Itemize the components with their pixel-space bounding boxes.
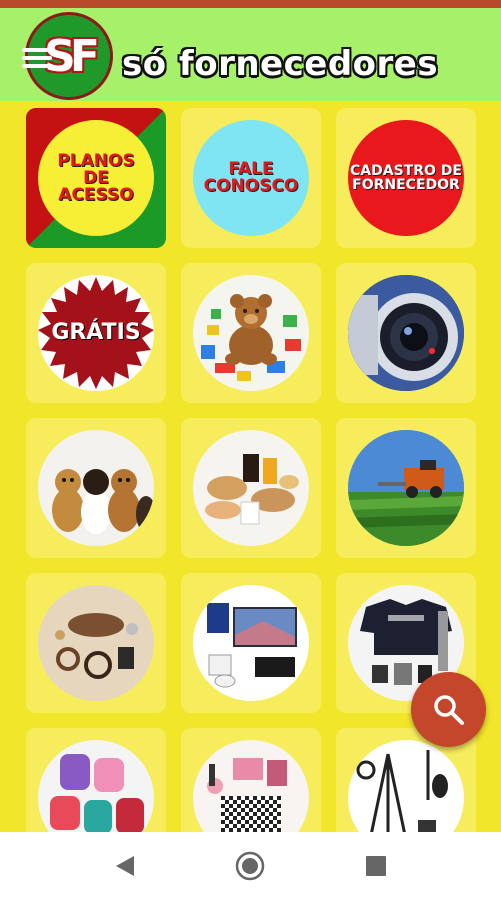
tile-fale-conosco[interactable]: FALE CONOSCO bbox=[181, 108, 321, 248]
tile-planos-de-acesso[interactable]: PLANOS DE ACESSO bbox=[26, 108, 166, 248]
tile-security-camera[interactable] bbox=[336, 263, 476, 403]
tile-electronics[interactable] bbox=[181, 573, 321, 713]
electronics-image bbox=[193, 585, 309, 701]
search-icon bbox=[433, 694, 464, 725]
hamburger-menu-icon[interactable] bbox=[22, 44, 56, 72]
tile-backpacks[interactable] bbox=[26, 728, 166, 832]
fale-conosco-label: FALE CONOSCO bbox=[203, 159, 299, 196]
status-strip bbox=[0, 0, 501, 8]
backpacks-image bbox=[38, 740, 154, 832]
cadastro-circle: CADASTRO DE FORNECEDOR bbox=[348, 120, 464, 236]
search-fab[interactable] bbox=[411, 672, 486, 747]
photo-equipment-image bbox=[348, 740, 464, 832]
security-camera-image bbox=[348, 275, 464, 391]
gratis-circle: GRÁTIS bbox=[38, 275, 154, 391]
app-header: SF só fornecedores bbox=[0, 8, 501, 101]
system-navigation-bar bbox=[0, 832, 501, 900]
tile-pets[interactable] bbox=[26, 418, 166, 558]
tile-toys[interactable] bbox=[181, 263, 321, 403]
tile-cosmetics[interactable] bbox=[181, 728, 321, 832]
back-triangle-icon[interactable] bbox=[110, 850, 142, 882]
food-image bbox=[193, 430, 309, 546]
planos-de-acesso-label: PLANOS DE ACESSO bbox=[57, 150, 135, 205]
agriculture-image bbox=[348, 430, 464, 546]
toys-image bbox=[193, 275, 309, 391]
app-title: só fornecedores bbox=[122, 44, 439, 84]
gratis-label: GRÁTIS bbox=[51, 320, 141, 345]
tile-food[interactable] bbox=[181, 418, 321, 558]
fale-conosco-circle: FALE CONOSCO bbox=[193, 120, 309, 236]
tile-agriculture[interactable] bbox=[336, 418, 476, 558]
pets-image bbox=[38, 430, 154, 546]
accessories-image bbox=[38, 585, 154, 701]
recents-square-icon[interactable] bbox=[360, 850, 392, 882]
planos-de-acesso-circle: PLANOS DE ACESSO bbox=[38, 120, 154, 236]
tile-accessories[interactable] bbox=[26, 573, 166, 713]
tile-cadastro-de-fornecedor[interactable]: CADASTRO DE FORNECEDOR bbox=[336, 108, 476, 248]
home-circle-icon[interactable] bbox=[234, 850, 266, 882]
cadastro-label: CADASTRO DE FORNECEDOR bbox=[350, 163, 462, 193]
cosmetics-image bbox=[193, 740, 309, 832]
tile-gratis[interactable]: GRÁTIS bbox=[26, 263, 166, 403]
